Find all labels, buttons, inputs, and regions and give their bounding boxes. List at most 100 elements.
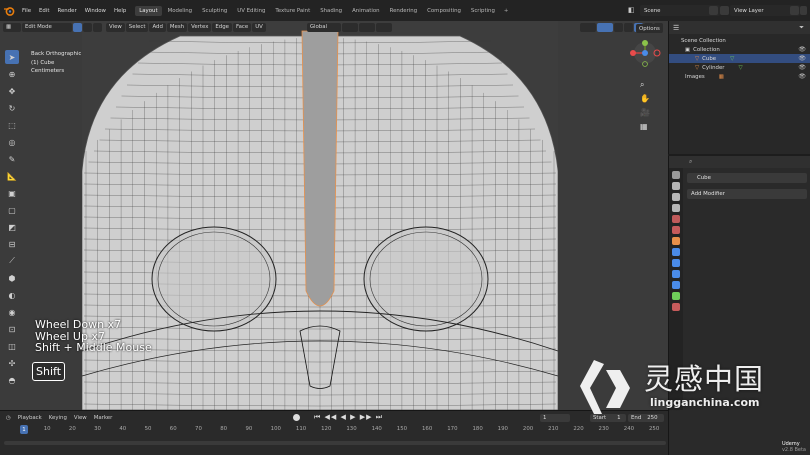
inset-tool-icon[interactable]: ▢	[5, 203, 19, 217]
menu-uv[interactable]: UV	[252, 22, 266, 32]
tab-view-layer-icon[interactable]	[672, 204, 680, 212]
spin-tool-icon[interactable]: ◐	[5, 288, 19, 302]
tab-world-icon[interactable]	[672, 226, 680, 234]
vertex-select-button[interactable]	[73, 22, 82, 32]
tab-material-icon[interactable]	[672, 303, 680, 311]
blender-logo-icon[interactable]	[3, 5, 15, 17]
proportional-edit-button[interactable]	[375, 22, 392, 32]
xray-toggle-button[interactable]	[613, 22, 623, 32]
transform-tool-icon[interactable]: ◎	[5, 135, 19, 149]
new-scene-button[interactable]	[709, 6, 718, 15]
edge-select-button[interactable]	[83, 22, 92, 32]
tab-uv-editing[interactable]: UV Editing	[233, 6, 269, 16]
bevel-tool-icon[interactable]: ◩	[5, 220, 19, 234]
outliner-editor-icon[interactable]: ☰	[673, 24, 679, 32]
tab-constraints-icon[interactable]	[672, 281, 680, 289]
playback-controls[interactable]: ⏮ ◀◀ ◀ ▶ ▶▶ ⏭	[314, 413, 383, 422]
scale-tool-icon[interactable]: ⬚	[5, 118, 19, 132]
eye-icon[interactable]: 👁	[798, 73, 806, 80]
eye-icon[interactable]: 👁	[798, 46, 806, 53]
menu-marker[interactable]: Marker	[94, 415, 113, 421]
add-workspace-icon[interactable]: +	[504, 8, 509, 14]
menu-file[interactable]: File	[22, 8, 31, 14]
knife-tool-icon[interactable]: ⟋	[5, 254, 19, 268]
gizmo-toggle-button[interactable]	[579, 22, 596, 32]
extrude-tool-icon[interactable]: ▣	[5, 186, 19, 200]
new-view-layer-button[interactable]	[790, 6, 799, 15]
menu-keying[interactable]: Keying	[49, 415, 67, 421]
menu-mesh[interactable]: Mesh	[166, 22, 188, 32]
cursor-tool-icon[interactable]: ⊕	[5, 67, 19, 81]
tab-scripting[interactable]: Scripting	[467, 6, 499, 16]
outliner-row-cube[interactable]: ▽ Cube ▽ 👁	[669, 54, 810, 63]
tab-rendering[interactable]: Rendering	[386, 6, 422, 16]
outliner-row-scene-collection[interactable]: Scene Collection	[669, 36, 810, 45]
current-frame-field[interactable]: 1	[540, 414, 570, 422]
timeline-editor-icon[interactable]: ◷	[6, 415, 11, 421]
tab-particles-icon[interactable]	[672, 259, 680, 267]
menu-view[interactable]: View	[106, 22, 125, 32]
menu-vertex[interactable]: Vertex	[188, 22, 212, 32]
editor-type-button[interactable]: ▦	[3, 22, 21, 32]
tab-output-icon[interactable]	[672, 193, 680, 201]
tab-tool-icon[interactable]	[672, 171, 680, 179]
tab-animation[interactable]: Animation	[348, 6, 383, 16]
outliner-filter-icon[interactable]: ⏷	[799, 24, 804, 32]
measure-tool-icon[interactable]: 📐	[5, 169, 19, 183]
tab-scene-icon[interactable]	[672, 215, 680, 223]
annotate-tool-icon[interactable]: ✎	[5, 152, 19, 166]
shading-wireframe-button[interactable]	[623, 22, 633, 32]
tab-physics-icon[interactable]	[672, 270, 680, 278]
search-icon[interactable]: ⌕	[689, 158, 692, 166]
outliner-row-cylinder[interactable]: ▽ Cylinder ▽ 👁	[669, 63, 810, 72]
shrink-tool-icon[interactable]: ◫	[5, 339, 19, 353]
playhead[interactable]: 1	[20, 425, 28, 434]
menu-add[interactable]: Add	[149, 22, 166, 32]
menu-edge[interactable]: Edge	[212, 22, 232, 32]
tab-render-icon[interactable]	[672, 182, 680, 190]
menu-playback[interactable]: Playback	[18, 415, 42, 421]
eye-icon[interactable]: 👁	[798, 55, 806, 62]
tab-layout[interactable]: Layout	[135, 5, 162, 16]
tab-texture-paint[interactable]: Texture Paint	[271, 6, 314, 16]
scene-selector[interactable]: Scene	[640, 5, 720, 16]
scene-icon[interactable]: ◧	[628, 6, 637, 15]
loop-cut-tool-icon[interactable]: ⊟	[5, 237, 19, 251]
tab-compositing[interactable]: Compositing	[423, 6, 465, 16]
snap-button[interactable]	[358, 22, 375, 32]
menu-edit[interactable]: Edit	[39, 8, 49, 14]
options-button[interactable]: Options	[636, 24, 663, 33]
select-box-tool-icon[interactable]: ➤	[5, 50, 19, 64]
pivot-point-button[interactable]	[341, 22, 358, 32]
move-tool-icon[interactable]: ✥	[5, 84, 19, 98]
eye-icon[interactable]: 👁	[798, 64, 806, 71]
tab-sculpting[interactable]: Sculpting	[198, 6, 231, 16]
navigation-gizmo[interactable]: ⌕ ✋ 🎥 ▦	[624, 40, 666, 150]
menu-timeline-view[interactable]: View	[74, 415, 87, 421]
tab-modifier-icon[interactable]	[672, 248, 680, 256]
tab-shading[interactable]: Shading	[316, 6, 346, 16]
add-modifier-button[interactable]: Add Modifier	[687, 189, 807, 199]
edge-slide-tool-icon[interactable]: ⊡	[5, 322, 19, 336]
poly-build-tool-icon[interactable]: ⬢	[5, 271, 19, 285]
mode-selector[interactable]: Edit Mode	[22, 22, 72, 32]
timeline-scrollbar[interactable]	[4, 441, 666, 445]
overlay-toggle-button[interactable]	[596, 22, 613, 32]
tab-modeling[interactable]: Modeling	[164, 6, 197, 16]
menu-select[interactable]: Select	[125, 22, 149, 32]
tab-data-icon[interactable]	[672, 292, 680, 300]
menu-window[interactable]: Window	[85, 8, 106, 14]
outliner-row-collection[interactable]: ▣ Collection 👁	[669, 45, 810, 54]
rotate-tool-icon[interactable]: ↻	[5, 101, 19, 115]
remove-scene-button[interactable]	[720, 6, 729, 15]
tab-object-icon[interactable]	[672, 237, 680, 245]
face-select-button[interactable]	[93, 22, 102, 32]
record-button[interactable]	[293, 414, 300, 421]
smooth-tool-icon[interactable]: ◉	[5, 305, 19, 319]
shear-tool-icon[interactable]: ✣	[5, 356, 19, 370]
transform-orientation-selector[interactable]: Global	[306, 22, 341, 32]
object-name-field[interactable]: Cube	[687, 173, 807, 183]
axis-gizmo-icon[interactable]: ⌕ ✋ 🎥 ▦	[624, 40, 666, 150]
rip-tool-icon[interactable]: ◓	[5, 373, 19, 387]
menu-render[interactable]: Render	[57, 8, 76, 14]
